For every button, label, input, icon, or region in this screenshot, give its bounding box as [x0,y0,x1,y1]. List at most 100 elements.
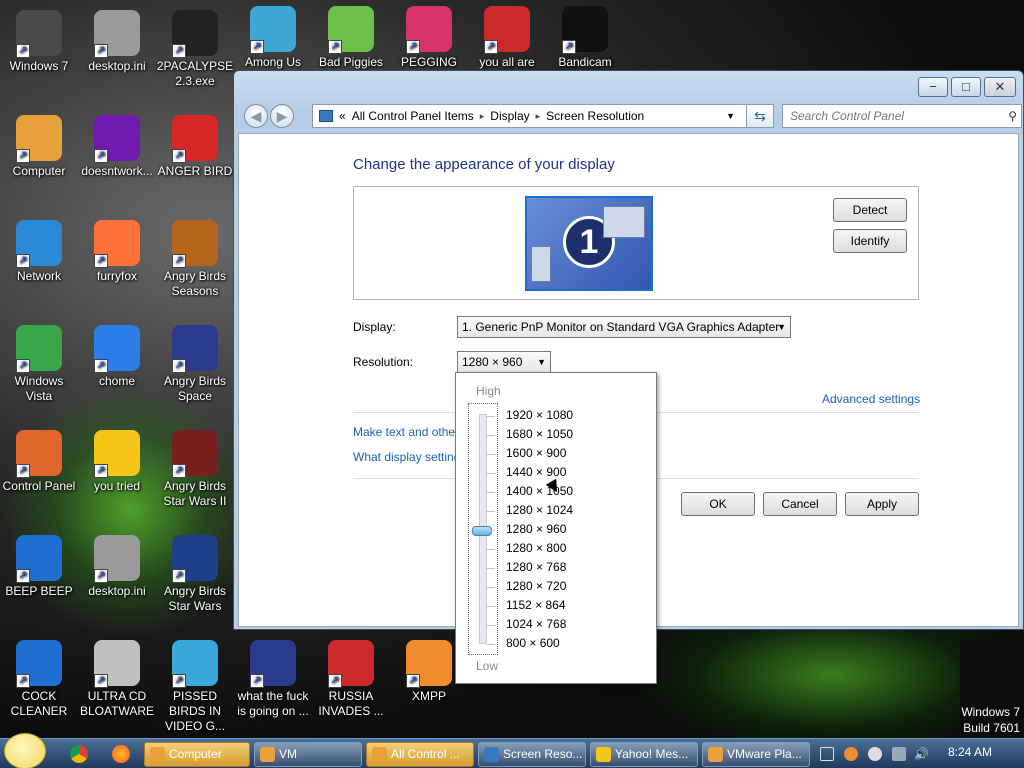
resolution-select[interactable]: 1280 × 960 ▼ [457,351,551,373]
desktop-icon[interactable]: ↗ desktop.ini [78,10,156,74]
resolution-option[interactable]: 1600 × 900 [506,444,573,463]
dropdown-arrow-icon[interactable]: ▼ [726,111,735,121]
address-bar[interactable]: « All Control Panel Items ▸ Display ▸ Sc… [312,104,766,128]
resolution-option[interactable]: 1280 × 960 [506,520,573,539]
desktop-icon[interactable]: ↗ doesntwork... [78,115,156,179]
text-file-icon: ↗ [94,10,140,58]
resolution-slider[interactable] [468,403,498,655]
back-arrow-icon[interactable]: ◀ [244,104,268,128]
slider-tick [487,587,495,588]
desktop-icon-label: ANGER BIRD [157,164,233,178]
desktop-icon[interactable]: ↗ desktop.ini [78,535,156,599]
desktop-icon[interactable]: ↗ PISSED BIRDS IN VIDEO G... [156,640,234,734]
desktop-icon[interactable]: ↗ Angry Birds Star Wars II [156,430,234,509]
breadcrumb-overflow[interactable]: « [339,109,346,123]
resolution-option[interactable]: 1280 × 720 [506,577,573,596]
display-label: Display: [353,320,396,334]
resolution-option[interactable]: 1024 × 768 [506,615,573,634]
desktop-icon-label: Windows Vista [14,374,64,403]
desktop-icon[interactable]: ↗ you all are [468,6,546,70]
desktop-icon[interactable]: ↗ Angry Birds Seasons [156,220,234,299]
taskbar-clock[interactable]: 8:24 AM [948,745,992,759]
identify-button[interactable]: Identify [833,229,907,253]
search-icon[interactable] [844,747,858,761]
taskbar-app-icon [596,747,611,762]
slider-tick [487,568,495,569]
yahoo-icon: ↗ [94,115,140,163]
tray-app-icon[interactable] [820,747,834,761]
breadcrumb-separator[interactable]: ▸ [480,111,485,122]
desktop-icon[interactable]: ↗ Angry Birds Star Wars [156,535,234,614]
advanced-settings-link[interactable]: Advanced settings [822,392,920,406]
display-settings-help-link[interactable]: What display setting [353,450,460,464]
display-select[interactable]: 1. Generic PnP Monitor on Standard VGA G… [457,316,791,338]
desktop-icon[interactable]: ↗ 2PACALYPSE 2.3.exe [156,10,234,89]
desktop-icon[interactable]: ↗ Network [0,220,78,284]
desktop-icon[interactable]: ↗ what the fuck is going on ... [234,640,312,719]
taskbar-button[interactable]: Yahoo! Mes... [590,742,698,767]
desktop-icon[interactable]: ↗ you tried [78,430,156,494]
resolution-option[interactable]: 800 × 600 [506,634,573,653]
resolution-popup: High 1920 × 1080 1680 × 1050 1600 × 900 144… [455,372,657,684]
search-icon[interactable]: ⚲ [1008,105,1017,127]
resolution-option[interactable]: 1400 × 1050 [506,482,573,501]
resolution-option[interactable]: 1440 × 900 [506,463,573,482]
desktop-icon[interactable]: ↗ ULTRA CD BLOATWARE [78,640,156,719]
close-button[interactable]: ✕ [984,77,1016,97]
taskbar-button[interactable]: Screen Reso... [478,742,586,767]
breadcrumb-separator[interactable]: ▸ [536,111,541,122]
desktop-icon-label: Angry Birds Star Wars [163,584,227,613]
desktop-icon[interactable]: ↗ furryfox [78,220,156,284]
desktop-icon[interactable]: ↗ ANGER BIRD [156,115,234,179]
desktop-icon[interactable]: ↗ Windows Vista [0,325,78,404]
resolution-option[interactable]: 1920 × 1080 [506,406,573,425]
ok-button[interactable]: OK [681,492,755,516]
desktop-icon[interactable]: ↗ chome [78,325,156,389]
shortcut-arrow-icon: ↗ [94,674,108,688]
taskbar-button[interactable]: VMware Pla... [702,742,810,767]
desktop-icon[interactable]: ↗ RUSSIA INVADES ... [312,640,390,719]
start-button[interactable] [4,733,46,768]
desktop-icon[interactable]: ↗ Control Panel [0,430,78,494]
resolution-option[interactable]: 1680 × 1050 [506,425,573,444]
monitor-icon[interactable]: 1 [525,196,653,291]
desktop-icon[interactable]: ↗ PEGGING [390,6,468,70]
resolution-option[interactable]: 1280 × 800 [506,539,573,558]
desktop-icon[interactable]: ↗ Among Us [234,6,312,70]
desktop-icon[interactable]: ↗ Bandicam [546,6,624,70]
resolution-option[interactable]: 1152 × 864 [506,596,573,615]
desktop-icon[interactable]: ↗ BEEP BEEP [0,535,78,599]
network-icon[interactable] [892,747,906,761]
breadcrumb-all-control-panel-items[interactable]: All Control Panel Items [352,109,474,123]
volume-icon[interactable]: 🔊 [914,747,929,761]
refresh-icon[interactable]: ⇆ [746,104,774,128]
tray-app-icon[interactable] [868,747,882,761]
desktop-icon[interactable]: ↗ Angry Birds Space [156,325,234,404]
chrome-icon: ↗ [94,325,140,373]
desktop-icon-label: Network [16,269,61,283]
detect-button[interactable]: Detect [833,198,907,222]
desktop-icon[interactable]: ↗ Windows 7 [0,10,78,74]
text-size-link[interactable]: Make text and other [353,425,459,439]
taskbar-button[interactable]: All Control ... [366,742,474,767]
minimize-button[interactable]: − [918,77,948,97]
breadcrumb-screen-resolution[interactable]: Screen Resolution [546,109,644,123]
breadcrumb-display[interactable]: Display [490,109,529,123]
maximize-button[interactable]: □ [951,77,981,97]
desktop-icon[interactable]: ↗ COCK CLEANER [0,640,78,719]
cancel-button[interactable]: Cancel [763,492,837,516]
taskbar-button[interactable]: Computer [144,742,250,767]
forward-arrow-icon[interactable]: ▶ [270,104,294,128]
slider-thumb[interactable] [472,526,492,536]
chrome-icon[interactable] [70,745,88,763]
desktop-icon[interactable]: ↗ Computer [0,115,78,179]
resolution-option[interactable]: 1280 × 768 [506,558,573,577]
apply-button[interactable]: Apply [845,492,919,516]
taskbar-button[interactable]: VM [254,742,362,767]
desktop-icon-label: PISSED BIRDS IN VIDEO G... [164,689,225,733]
resolution-option[interactable]: 1280 × 1024 [506,501,573,520]
search-input[interactable]: Search Control Panel ⚲ [782,104,1022,128]
desktop-icon[interactable]: ↗ Bad Piggies [312,6,390,70]
firefox-icon[interactable] [112,745,130,763]
desktop-icon-label: Bad Piggies [318,55,384,69]
